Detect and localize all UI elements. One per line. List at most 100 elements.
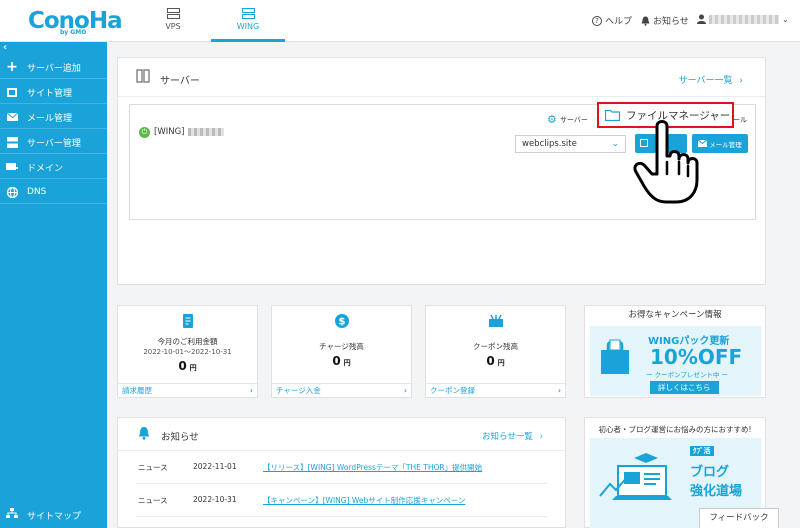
card-period: 2022-10-01～2022-10-31 — [143, 348, 232, 356]
divider — [118, 96, 765, 97]
notice-date: 2022-10-31 — [193, 495, 237, 504]
sidebar-item-server-management[interactable]: サーバー管理 — [0, 130, 107, 154]
card-title: クーポン残高 — [473, 342, 518, 351]
card-footer-label: 請求履歴 — [122, 386, 152, 395]
power-icon[interactable]: ⏻ — [139, 127, 150, 138]
campaign-line3: ー クーポンプレゼント中 ー — [646, 371, 728, 379]
logo-sub: by GMO — [60, 29, 87, 36]
notice-link[interactable]: 【キャンペーン】[WING] Webサイト制作応援キャンペーン — [263, 495, 553, 506]
usage-card: 今月のご利用金額 2022-10-01～2022-10-31 0円 請求履歴 › — [117, 305, 258, 398]
card-value-number: 0 — [332, 354, 341, 368]
divider — [136, 516, 547, 517]
card-value-unit: 円 — [497, 359, 505, 367]
coupon-icon — [489, 314, 503, 327]
divider — [136, 483, 547, 484]
sitemap-icon — [6, 508, 18, 522]
chevron-down-icon: ⌄ — [782, 14, 789, 24]
invoice-icon — [183, 314, 193, 328]
server-panel-title: サーバー — [160, 76, 200, 87]
notice-category: ニュース — [138, 496, 168, 505]
server-settings-link[interactable]: ⚙ サーバー — [547, 114, 588, 125]
blog-tag: ｸﾌﾞ活 — [690, 446, 714, 456]
server-stack-icon — [166, 8, 180, 19]
domain-select-value: webclips.site — [522, 139, 577, 149]
globe-icon — [6, 186, 18, 198]
campaign-detail-button[interactable]: 詳しくはこちら — [650, 381, 719, 394]
user-icon — [697, 14, 706, 24]
tab-vps[interactable]: VPS — [136, 0, 210, 42]
sidebar-item-mail-management[interactable]: メール管理 — [0, 105, 107, 129]
sidebar-item-dns[interactable]: DNS — [0, 180, 107, 204]
plus-icon: + — [6, 59, 18, 75]
notice-link[interactable]: 【リリース】[WING] WordPressテーマ「THE THOR」提供開始 — [263, 462, 553, 473]
blog-line2: 強化道場 — [690, 484, 743, 499]
window-icon — [6, 86, 18, 98]
billing-history-link[interactable]: 請求履歴 › — [118, 383, 257, 397]
bell-icon — [139, 427, 149, 440]
chevron-right-icon: › — [739, 76, 743, 86]
tab-wing[interactable]: WING — [211, 0, 285, 42]
shopping-bag-icon — [601, 339, 629, 374]
sidebar-item-domain[interactable]: ドメイン — [0, 155, 107, 179]
hand-pointer-icon — [633, 120, 699, 204]
notice-list-link[interactable]: お知らせ一覧 › — [482, 430, 543, 442]
sidebar-item-label: メール管理 — [27, 113, 73, 124]
domain-icon — [6, 161, 18, 173]
campaign-banner[interactable]: お得なキャンペーン情報 WINGパック更新 10%OFF ー クーポンプレゼント… — [584, 305, 766, 398]
help-link[interactable]: ? ヘルプ — [592, 14, 632, 27]
sidebar-item-label: サーバー追加 — [27, 63, 81, 74]
user-name-redacted — [709, 14, 779, 24]
coupon-register-link[interactable]: クーポン登録 › — [426, 383, 565, 397]
divider — [118, 450, 565, 451]
chevron-right-icon: › — [539, 432, 543, 442]
server-icon — [6, 136, 18, 148]
notice-link[interactable]: お知らせ — [641, 14, 689, 27]
card-title: 今月のご利用金額 — [157, 337, 218, 346]
sidebar-item-label: DNS — [27, 187, 47, 197]
server-stack-icon — [136, 69, 150, 83]
feedback-button[interactable]: フィードバック — [699, 508, 779, 528]
mail-management-label: メール管理 — [709, 140, 742, 149]
chevron-right-icon: › — [249, 386, 253, 395]
sidebar-item-site-management[interactable]: サイト管理 — [0, 80, 107, 104]
chevron-right-icon: › — [557, 386, 561, 395]
blog-line1: ブログ — [690, 465, 730, 480]
dollar-icon: $ — [335, 314, 349, 328]
sidebar-item-label: ドメイン — [27, 163, 64, 174]
folder-icon — [605, 109, 620, 121]
sidebar-collapse-button[interactable]: ‹ — [3, 42, 7, 53]
blog-heading: 初心者・ブログ運営にお悩みの方におすすめ! — [598, 425, 752, 434]
card-value-number: 0 — [178, 359, 187, 373]
card-footer-label: クーポン登録 — [430, 386, 475, 395]
card-title: チャージ残高 — [319, 342, 364, 351]
charge-deposit-link[interactable]: チャージ入金 › — [272, 383, 411, 397]
sidebar-item-add-server[interactable]: + サーバー追加 — [0, 55, 107, 79]
tab-wing-label: WING — [236, 22, 260, 31]
card-footer-label: チャージ入金 — [276, 386, 321, 395]
server-settings-label: サーバー — [560, 115, 588, 124]
notice-list-label: お知らせ一覧 — [482, 432, 533, 442]
coupon-card: クーポン残高 0円 クーポン登録 › — [425, 305, 566, 398]
user-menu[interactable]: ⌄ — [697, 14, 789, 24]
server-type-label: [WING] — [154, 127, 185, 137]
sitemap-label: サイトマップ — [27, 511, 82, 522]
server-list-link[interactable]: サーバー一覧 › — [679, 73, 743, 86]
card-value: 0円 — [426, 354, 565, 368]
notice-panel: お知らせ お知らせ一覧 › ニュース 2022-11-01 【リリース】[WIN… — [117, 417, 566, 528]
charge-card: $ チャージ残高 0円 チャージ入金 › — [271, 305, 412, 398]
card-value-unit: 円 — [189, 364, 197, 372]
notice-date: 2022-11-01 — [193, 462, 237, 471]
bell-icon — [641, 16, 650, 26]
campaign-body: WINGパック更新 10%OFF ー クーポンプレゼント中 ー 詳しくはこちら — [590, 326, 761, 396]
domain-select[interactable]: webclips.site ⌄ — [515, 135, 626, 153]
server-name[interactable]: [WING] — [154, 127, 224, 137]
notice-title: お知らせ — [161, 432, 199, 443]
tab-vps-label: VPS — [165, 22, 181, 31]
laptop-graduation-icon — [599, 453, 672, 500]
active-tab-indicator — [211, 39, 285, 42]
sitemap-link[interactable]: サイトマップ — [0, 502, 107, 528]
server-name-redacted — [187, 127, 224, 136]
sidebar-item-label: サイト管理 — [27, 88, 73, 99]
notice-category: ニュース — [138, 463, 168, 472]
campaign-line2: 10%OFF — [650, 345, 743, 369]
